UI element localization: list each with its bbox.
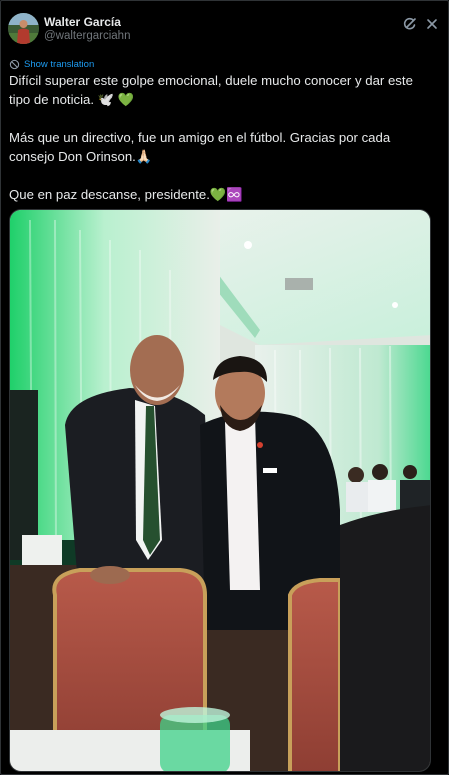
more-icon[interactable]	[425, 17, 439, 31]
avatar[interactable]	[8, 13, 39, 44]
tweet-text-line: consejo Don Orinson.🙏🏻	[9, 149, 153, 164]
grok-icon[interactable]	[403, 17, 417, 31]
author-display-name[interactable]: Walter García	[44, 15, 130, 29]
show-translation-link[interactable]: Show translation	[9, 57, 94, 71]
author-handle[interactable]: @waltergarciahn	[44, 29, 130, 44]
tweet-text: Difícil superar este golpe emocional, du…	[9, 71, 439, 204]
tweet-photo[interactable]	[9, 209, 431, 772]
tweet-text-line: Difícil superar este golpe emocional, du…	[9, 73, 413, 88]
tweet-text-line: tipo de noticia. 🕊️ 💚	[9, 92, 135, 107]
show-translation-label[interactable]: Show translation	[24, 59, 94, 70]
translate-icon	[9, 59, 20, 69]
tweet-header: Walter García @waltergarciahn	[8, 13, 439, 47]
tweet-text-line: Que en paz descanse, presidente.💚♾️	[9, 187, 243, 202]
tweet-text-line: Más que un directivo, fue un amigo en el…	[9, 130, 391, 145]
